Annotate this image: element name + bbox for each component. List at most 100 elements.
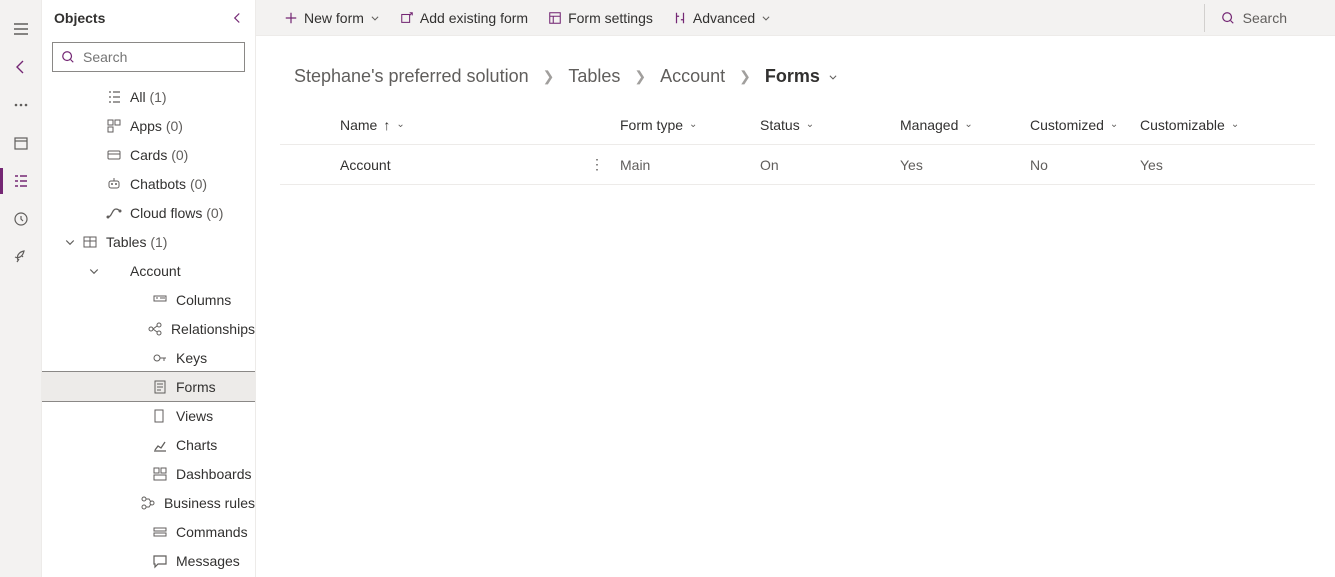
- tree-item-label: Keys: [168, 350, 207, 366]
- global-search-label: Search: [1243, 10, 1287, 26]
- col-managed[interactable]: Managed ⌄: [900, 117, 1030, 133]
- objects-title: Objects: [54, 10, 105, 26]
- tree-item-label: Apps (0): [122, 118, 183, 134]
- col-customizable[interactable]: Customizable ⌄: [1140, 117, 1260, 133]
- col-name[interactable]: Name ↑ ⌄: [340, 117, 620, 133]
- breadcrumb: Stephane's preferred solution ❯ Tables ❯…: [256, 36, 1335, 105]
- breadcrumb-tables[interactable]: Tables: [568, 66, 620, 87]
- main-area: New form Add existing form Form settings…: [256, 0, 1335, 577]
- history-icon[interactable]: [0, 200, 42, 238]
- chevron-down-icon: [370, 13, 380, 23]
- add-existing-label: Add existing form: [420, 10, 528, 26]
- row-menu-icon[interactable]: ⋮: [590, 156, 604, 173]
- tree-item-messages[interactable]: Messages: [42, 546, 255, 575]
- tree-item-label: Messages: [168, 553, 240, 569]
- objects-search-input[interactable]: [81, 48, 266, 66]
- row-status: On: [760, 157, 900, 173]
- tree-item-label: Cloud flows (0): [122, 205, 223, 221]
- tree-item-columns[interactable]: Columns: [42, 285, 255, 314]
- chevron-down-icon: ⌄: [806, 119, 814, 130]
- tree-item-relationships[interactable]: Relationships: [42, 314, 255, 343]
- tree-item-all[interactable]: All (1): [42, 82, 255, 111]
- form-settings-button[interactable]: Form settings: [538, 0, 663, 36]
- search-icon: [1221, 11, 1235, 25]
- command-icon: [152, 524, 168, 540]
- tree-item-account[interactable]: Account: [42, 256, 255, 285]
- col-formtype[interactable]: Form type ⌄: [620, 117, 760, 133]
- rules-icon: [140, 495, 156, 511]
- new-form-button[interactable]: New form: [274, 0, 390, 36]
- form-settings-icon: [548, 11, 562, 25]
- column-icon: [152, 292, 168, 308]
- tree-view-icon[interactable]: [0, 162, 42, 200]
- new-form-label: New form: [304, 10, 364, 26]
- tree-item-apps[interactable]: Apps (0): [42, 111, 255, 140]
- chevron-right-icon: ❯: [543, 68, 555, 85]
- tree-item-label: Forms: [168, 379, 216, 395]
- bot-icon: [106, 176, 122, 192]
- global-search[interactable]: Search: [1209, 10, 1327, 26]
- flow-icon: [106, 205, 122, 221]
- chevron-right-icon: ❯: [739, 68, 751, 85]
- tree-item-label: Columns: [168, 292, 231, 308]
- chevron-down-icon: ⌄: [396, 119, 404, 130]
- row-customizable: Yes: [1140, 157, 1260, 173]
- objects-tree: All (1) Apps (0) Cards (0) Chatbots (0) Clou…: [42, 82, 255, 577]
- tree-item-keys[interactable]: Keys: [42, 343, 255, 372]
- tree-item-forms[interactable]: Forms: [42, 372, 255, 401]
- collapse-panel-icon[interactable]: [231, 12, 243, 24]
- tree-item-tables[interactable]: Tables (1): [42, 227, 255, 256]
- hamburger-icon[interactable]: [0, 10, 42, 48]
- objects-search-box[interactable]: [52, 42, 245, 72]
- advanced-icon: [673, 11, 687, 25]
- chevron-down-icon: [761, 13, 771, 23]
- sort-asc-icon: ↑: [383, 117, 390, 133]
- breadcrumb-current[interactable]: Forms: [765, 66, 838, 87]
- chevron-down-icon[interactable]: [82, 265, 106, 277]
- chevron-right-icon: ❯: [634, 68, 646, 85]
- card-icon: [106, 147, 122, 163]
- tree-item-label: Business rules: [156, 495, 255, 511]
- tree-item-cloud-flows[interactable]: Cloud flows (0): [42, 198, 255, 227]
- form-settings-label: Form settings: [568, 10, 653, 26]
- chevron-down-icon: ⌄: [1231, 119, 1239, 130]
- message-icon: [152, 553, 168, 569]
- tree-item-charts[interactable]: Charts: [42, 430, 255, 459]
- dashboard-icon: [152, 466, 168, 482]
- relationship-icon: [147, 321, 163, 337]
- chevron-down-icon: ⌄: [1110, 119, 1118, 130]
- back-icon[interactable]: [0, 48, 42, 86]
- breadcrumb-entity[interactable]: Account: [660, 66, 725, 87]
- tree-item-dashboards[interactable]: Dashboards: [42, 459, 255, 488]
- tree-item-label: All (1): [122, 89, 167, 105]
- forms-grid: Name ↑ ⌄ Form type ⌄ Status ⌄ Managed ⌄: [280, 105, 1315, 185]
- chevron-down-icon[interactable]: [58, 236, 82, 248]
- table-icon: [82, 234, 98, 250]
- col-status[interactable]: Status ⌄: [760, 117, 900, 133]
- advanced-label: Advanced: [693, 10, 755, 26]
- tree-item-chatbots[interactable]: Chatbots (0): [42, 169, 255, 198]
- tree-item-views[interactable]: Views: [42, 401, 255, 430]
- tree-item-cards[interactable]: Cards (0): [42, 140, 255, 169]
- add-existing-form-button[interactable]: Add existing form: [390, 0, 538, 36]
- tree-item-label: Cards (0): [122, 147, 188, 163]
- tree-item-label: Relationships: [163, 321, 255, 337]
- row-managed: Yes: [900, 157, 1030, 173]
- row-formtype: Main: [620, 157, 760, 173]
- col-customized[interactable]: Customized ⌄: [1030, 117, 1140, 133]
- tree-item-label: Dashboards: [168, 466, 252, 482]
- tree-item-business-rules[interactable]: Business rules: [42, 488, 255, 517]
- grid-header-row: Name ↑ ⌄ Form type ⌄ Status ⌄ Managed ⌄: [280, 105, 1315, 145]
- apps-icon: [106, 118, 122, 134]
- objects-panel: Objects All (1) Apps (0) Cards (0) Chatbots…: [42, 0, 256, 577]
- tree-item-commands[interactable]: Commands: [42, 517, 255, 546]
- table-row[interactable]: Account⋮MainOnYesNoYes: [280, 145, 1315, 185]
- left-icon-rail: [0, 0, 42, 577]
- row-customized: No: [1030, 157, 1140, 173]
- breadcrumb-solution[interactable]: Stephane's preferred solution: [294, 66, 529, 87]
- more-icon[interactable]: [0, 86, 42, 124]
- tree-item-label: Charts: [168, 437, 217, 453]
- package-icon[interactable]: [0, 124, 42, 162]
- advanced-button[interactable]: Advanced: [663, 0, 781, 36]
- publish-icon[interactable]: [0, 238, 42, 276]
